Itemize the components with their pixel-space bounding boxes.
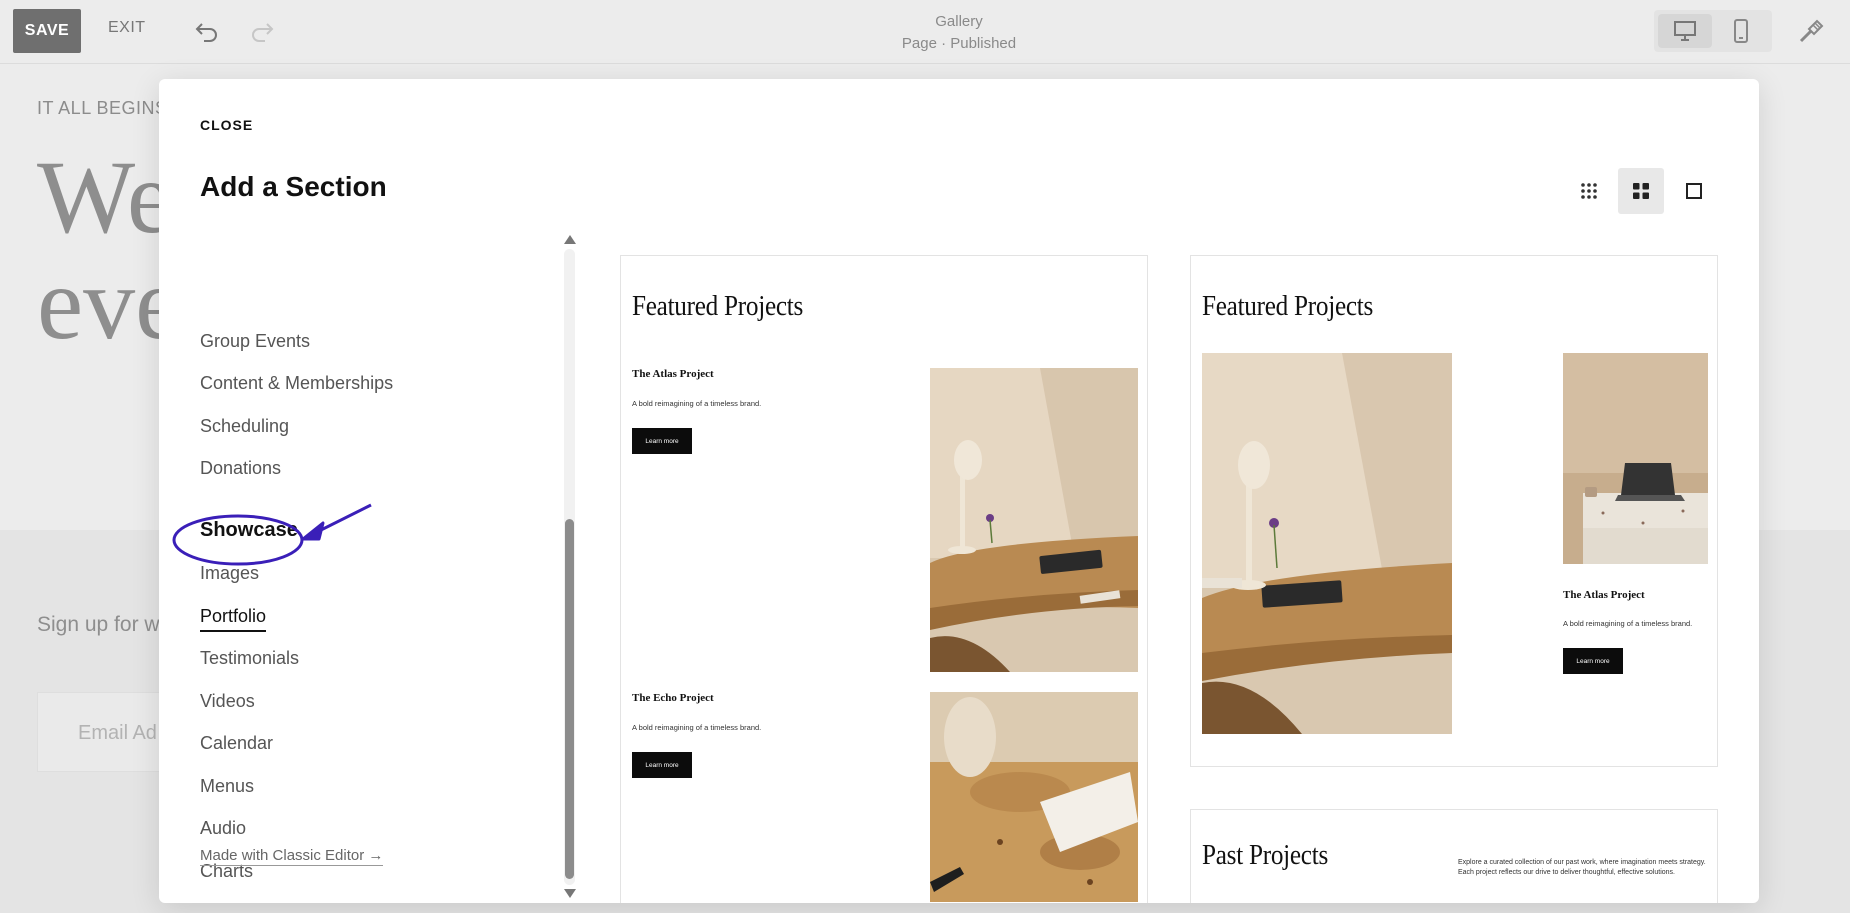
signup-text: Sign up for w bbox=[37, 613, 160, 636]
laptop-photo bbox=[1563, 353, 1708, 564]
grid-medium-icon[interactable] bbox=[1618, 168, 1664, 214]
device-toggle bbox=[1654, 10, 1772, 52]
editor-toolbar: SAVE EXIT Gallery Page · Published bbox=[0, 0, 1850, 64]
category-menus[interactable]: Menus bbox=[200, 776, 254, 797]
preview-description: Explore a curated collection of our past… bbox=[1458, 859, 1706, 876]
add-section-modal: CLOSE Add a Section Group Events Content… bbox=[159, 79, 1759, 903]
page-status: Page · Published bbox=[901, 35, 1017, 52]
page-meta: Gallery Page · Published bbox=[0, 11, 1850, 55]
classic-editor-link[interactable]: Made with Classic Editor → bbox=[200, 847, 384, 866]
preview-item-title: The Atlas Project bbox=[632, 368, 714, 380]
view-mode-toggle bbox=[1566, 168, 1746, 214]
close-button[interactable]: CLOSE bbox=[200, 117, 253, 133]
preview-learn-more-button: Learn more bbox=[632, 752, 692, 778]
site-styles-icon[interactable] bbox=[1794, 14, 1828, 48]
category-group-heading: Showcase bbox=[200, 519, 298, 541]
preview-item-text: A bold reimagining of a timeless brand. bbox=[632, 723, 762, 732]
preview-title: Featured Projects bbox=[632, 291, 804, 322]
desk-photo bbox=[930, 368, 1138, 672]
category-portfolio[interactable]: Portfolio bbox=[200, 606, 267, 632]
category-scheduling[interactable]: Scheduling bbox=[200, 416, 289, 437]
category-donations[interactable]: Donations bbox=[200, 458, 281, 479]
scroll-up-icon[interactable] bbox=[564, 235, 576, 244]
preview-item-title: The Atlas Project bbox=[1563, 589, 1645, 601]
category-images[interactable]: Images bbox=[200, 563, 259, 584]
preview-item-text: A bold reimagining of a timeless brand. bbox=[1563, 619, 1693, 628]
category-calendar[interactable]: Calendar bbox=[200, 733, 273, 754]
preview-item-text: A bold reimagining of a timeless brand. bbox=[632, 399, 762, 408]
section-preview-card[interactable]: Featured Projects The Atlas Project A bo… bbox=[620, 255, 1148, 903]
hero-eyebrow: IT ALL BEGINS bbox=[37, 98, 168, 118]
desktop-icon[interactable] bbox=[1658, 14, 1712, 48]
section-preview-card[interactable]: Featured Projects The Atlas Project A bo… bbox=[1190, 255, 1718, 767]
single-view-icon[interactable] bbox=[1671, 168, 1717, 214]
burl-desk-photo bbox=[930, 692, 1138, 902]
category-content-memberships[interactable]: Content & Memberships bbox=[200, 373, 393, 394]
grid-small-icon[interactable] bbox=[1566, 168, 1612, 214]
category-group-events[interactable]: Group Events bbox=[200, 331, 310, 352]
category-audio[interactable]: Audio bbox=[200, 818, 246, 839]
scroll-down-icon[interactable] bbox=[564, 889, 576, 898]
section-preview-card[interactable]: Past Projects Explore a curated collecti… bbox=[1190, 809, 1718, 903]
preview-learn-more-button: Learn more bbox=[632, 428, 692, 454]
scrollbar-thumb[interactable] bbox=[565, 519, 574, 879]
category-testimonials[interactable]: Testimonials bbox=[200, 648, 299, 669]
category-videos[interactable]: Videos bbox=[200, 691, 255, 712]
preview-title: Featured Projects bbox=[1202, 291, 1374, 322]
page-title: Gallery bbox=[935, 13, 983, 30]
preview-item-title: The Echo Project bbox=[632, 692, 714, 704]
mobile-icon[interactable] bbox=[1714, 14, 1768, 48]
preview-title: Past Projects bbox=[1202, 840, 1328, 871]
modal-title: Add a Section bbox=[200, 171, 387, 202]
preview-learn-more-button: Learn more bbox=[1563, 648, 1623, 674]
desk-photo bbox=[1202, 353, 1452, 734]
